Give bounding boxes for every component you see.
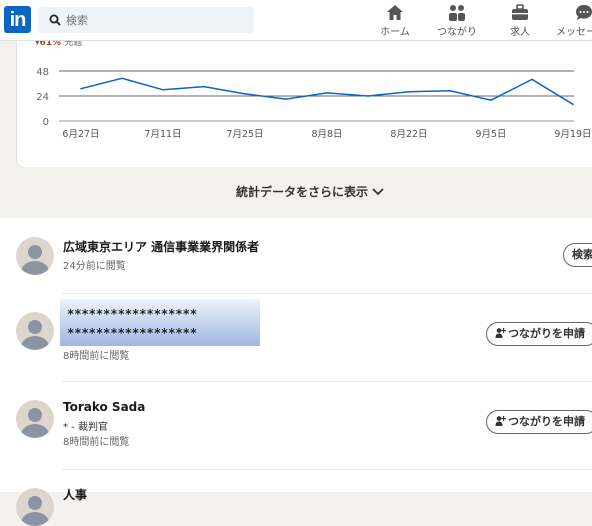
search-box[interactable] <box>38 7 254 33</box>
x-tick-label: 8月8日 <box>311 129 342 140</box>
viewer-name[interactable]: 人事 <box>63 486 87 503</box>
search-button-label: 検索 <box>572 248 592 261</box>
nav-messaging-label: メッセージ <box>556 27 592 38</box>
views-series-line <box>80 77 574 105</box>
connect-button-label: つながりを申請 <box>508 327 585 340</box>
viewer-list: 広域東京エリア 通信事業業界関係者 24分前に閲覧 検索 ***********… <box>0 218 592 526</box>
hidden-viewer-name: ****************** ****************** <box>60 299 260 346</box>
nav-jobs[interactable]: 求人 <box>505 4 535 38</box>
network-icon <box>449 5 465 21</box>
viewer-headline: * - 裁判官 <box>63 422 108 433</box>
chevron-down-icon <box>372 188 384 196</box>
data-point[interactable] <box>449 89 451 92</box>
data-point[interactable] <box>244 93 246 95</box>
connect-button[interactable]: つながりを申請 <box>486 322 592 346</box>
connect-button[interactable]: つながりを申請 <box>486 410 592 434</box>
show-more-label: 統計データをさらに表示 <box>236 185 369 199</box>
list-item[interactable]: ****************** ****************** 8時… <box>0 294 592 382</box>
data-point[interactable] <box>408 91 410 93</box>
avatar[interactable] <box>16 237 54 275</box>
y-tick-label: 24 <box>36 92 49 103</box>
add-person-icon <box>495 328 507 338</box>
y-tick-label: 0 <box>43 117 49 128</box>
x-tick-label: 9月19日 <box>554 129 591 140</box>
data-point[interactable] <box>121 77 123 80</box>
messaging-icon <box>576 5 592 20</box>
viewer-name[interactable]: Torako Sada <box>63 400 145 414</box>
search-icon <box>49 14 61 26</box>
hidden-line: ****************** <box>67 326 198 340</box>
avatar[interactable] <box>16 312 54 350</box>
data-point[interactable] <box>326 92 328 94</box>
avatar[interactable] <box>16 400 54 438</box>
viewed-time: 24分前に閲覧 <box>63 261 126 272</box>
x-tick-label: 8月22日 <box>390 129 427 140</box>
x-tick-label: 7月25日 <box>226 129 263 140</box>
search-button[interactable]: 検索 <box>563 243 592 267</box>
data-point[interactable] <box>531 78 533 81</box>
linkedin-logo[interactable]: in <box>4 6 31 33</box>
nav-network-label: つながり <box>437 27 477 38</box>
profile-views-chart: 0 24 48 6月27日 7月11日 7月25日 8月8日 8月22日 9月5日 9月19日 <box>36 67 591 140</box>
x-tick-label: 7月11日 <box>144 129 181 140</box>
x-tick-label: 6月27日 <box>62 129 99 140</box>
viewer-name[interactable]: 広域東京エリア 通信事業業界関係者 <box>63 238 259 255</box>
y-tick-label: 48 <box>36 67 49 78</box>
data-point[interactable] <box>367 95 369 97</box>
avatar[interactable] <box>16 488 54 526</box>
connect-button-label: つながりを申請 <box>508 415 585 428</box>
nav-home-label: ホーム <box>380 27 410 38</box>
list-item[interactable]: 広域東京エリア 通信事業業界関係者 24分前に閲覧 検索 <box>0 218 592 294</box>
show-more-stats-button[interactable]: 統計データをさらに表示 <box>236 183 384 200</box>
home-icon <box>387 5 403 20</box>
list-item[interactable]: 人事 <box>0 470 592 526</box>
data-point[interactable] <box>572 103 574 106</box>
search-input[interactable] <box>66 7 246 33</box>
hidden-line: ****************** <box>67 307 198 321</box>
data-point[interactable] <box>80 87 82 90</box>
viewed-time: 8時間前に閲覧 <box>63 351 130 362</box>
data-point[interactable] <box>490 99 492 101</box>
data-point[interactable] <box>285 98 287 100</box>
jobs-icon <box>512 4 528 20</box>
viewed-time: 8時間前に閲覧 <box>63 437 130 448</box>
data-point[interactable] <box>203 85 205 88</box>
profile-views-card: ▾61% 先週 0 24 48 6月27日 7月11日 7月25日 8月8日 8月22日 9月5… <box>16 36 592 168</box>
top-nav-bar: in ホーム つながり 求人 メッセージ <box>0 0 592 41</box>
nav-home[interactable]: ホーム <box>378 4 412 38</box>
nav-messaging[interactable]: メッセージ <box>556 4 592 38</box>
data-point[interactable] <box>162 88 164 91</box>
x-tick-label: 9月5日 <box>475 129 506 140</box>
add-person-icon <box>495 416 507 426</box>
nav-jobs-label: 求人 <box>510 27 530 38</box>
list-item[interactable]: Torako Sada * - 裁判官 8時間前に閲覧 つながりを申請 <box>0 382 592 470</box>
nav-network[interactable]: つながり <box>434 4 480 38</box>
